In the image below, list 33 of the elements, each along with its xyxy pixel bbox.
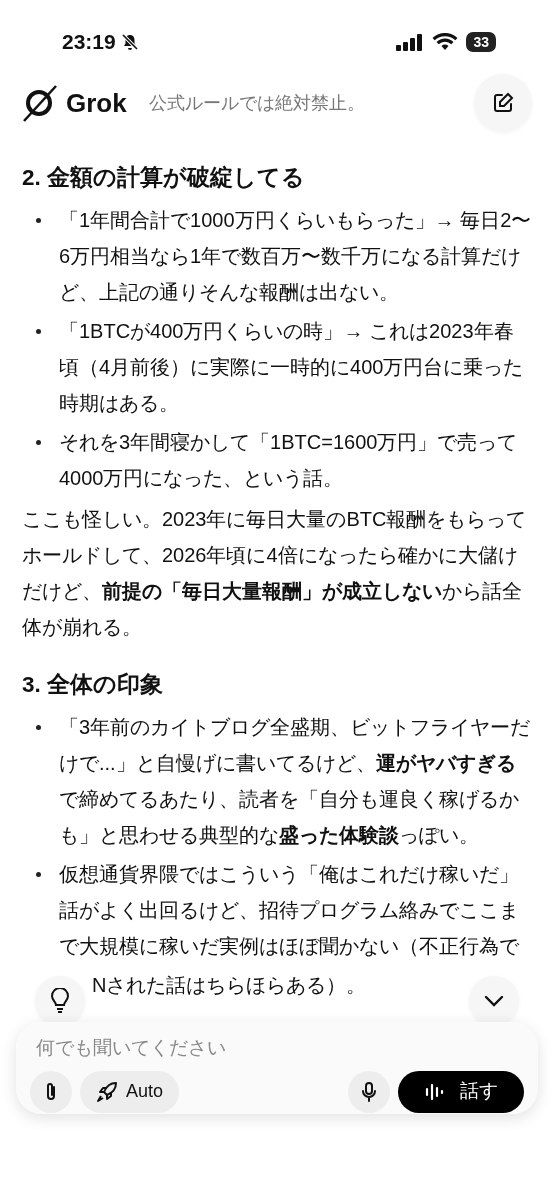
microphone-icon <box>360 1080 378 1103</box>
bullet-dot <box>36 218 41 223</box>
bullet-text: 仮想通貨界隈ではこういう「俺はこれだけ稼いだ」話がよく出回るけど、招待プログラム絡みでここまで大規模に稼いだ実例はほぼ聞かない（不正行為で <box>59 862 520 959</box>
pencil-square-icon <box>491 91 515 115</box>
signal-icon <box>396 33 425 51</box>
auto-mode-button[interactable]: Auto <box>80 1070 180 1113</box>
lightbulb-icon <box>49 988 71 1014</box>
bullet-dot <box>36 725 41 730</box>
paragraph: ここも怪しい。2023年に毎日大量のBTC報酬をもらってホールドして、2026年頃に4倍になったら確かに大儲けだけど、前提の「毎日大量報酬」が成立しないから話全体が崩れる。 <box>22 507 528 640</box>
talk-button[interactable]: 話す <box>398 1070 524 1113</box>
bullet-dot <box>36 872 41 877</box>
chevron-down-icon <box>483 994 505 1008</box>
section-heading: 3. 全体の印象 <box>22 671 165 699</box>
status-time: 23:19 <box>62 29 116 56</box>
message-input[interactable]: 何でも聞いてください Auto 話す <box>16 1022 538 1114</box>
header-text: 公式ルールでは絶対禁止。 <box>148 91 365 115</box>
logo-icon <box>22 84 58 122</box>
attach-button[interactable] <box>30 1070 72 1113</box>
bullet-text: 「1BTCが400万円くらいの時」→ これは2023年春頃（4月前後）に実際に一時的に400万円台に乗った時期はある。 <box>59 319 525 416</box>
bullet-dot <box>36 440 41 445</box>
bullet-dot <box>36 329 41 334</box>
bullet-text: それを3年間寝かして「1BTC=1600万円」で売って4000万円になった、という話。 <box>59 430 519 491</box>
section-heading: 2. 金額の計算が破綻してる <box>22 164 307 192</box>
bullet-text: Nされた話はちらほらある）。 <box>92 973 367 998</box>
bullet-text: 「1年間合計で1000万円くらいもらった」→ 毎日2〜6万円相当なら1年で数百万〜数千万になる計算だけど、上記の通りそんな報酬は出ない。 <box>59 208 532 305</box>
logo-text: Grok <box>66 86 127 120</box>
rocket-icon <box>96 1080 118 1103</box>
new-chat-button[interactable] <box>474 74 532 132</box>
bullet-text: 「3年前のカイトブログ全盛期、ビットフライヤーだけで...」と自慢げに書いてるけど、運がヤバすぎるで締めてるあたり、読者を「自分も運良く稼げるかも」と思わせる典型的な盛った体験談っぽい。 <box>59 715 532 848</box>
wifi-icon <box>432 33 459 51</box>
battery-level: 33 <box>466 32 496 52</box>
sound-wave-icon <box>424 1081 446 1102</box>
microphone-button[interactable] <box>348 1070 390 1113</box>
